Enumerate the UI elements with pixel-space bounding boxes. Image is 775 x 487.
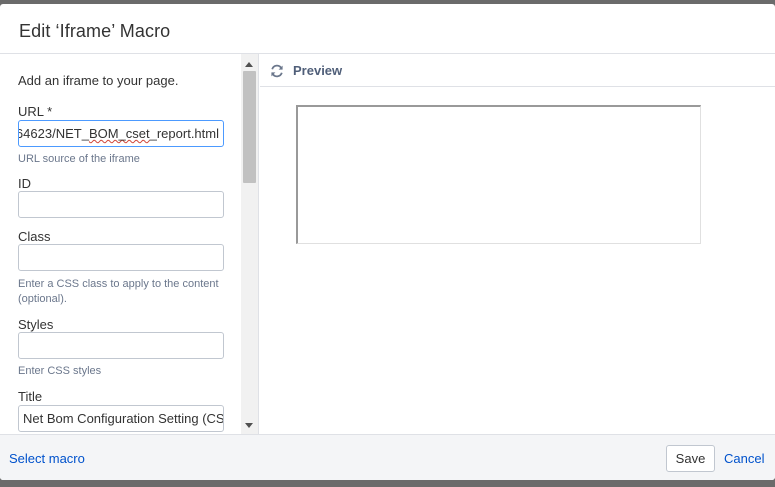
dialog-title: Edit ‘Iframe’ Macro [19, 21, 171, 41]
preview-label: Preview [293, 63, 343, 78]
url-value-suffix: _report.html [149, 126, 219, 141]
class-input[interactable] [18, 244, 224, 271]
select-macro-link[interactable]: Select macro [9, 451, 85, 466]
save-button[interactable]: Save [666, 445, 715, 472]
cancel-link[interactable]: Cancel [724, 451, 764, 466]
dialog-header: Edit ‘Iframe’ Macro [0, 4, 775, 54]
scroll-down-arrow-icon[interactable] [245, 423, 253, 428]
preview-header: Preview [260, 54, 775, 87]
scroll-up-arrow-icon[interactable] [245, 62, 253, 67]
id-input[interactable] [18, 191, 224, 218]
dialog-footer: Select macro Save Cancel [0, 434, 775, 480]
styles-hint: Enter CSS styles [18, 365, 102, 377]
macro-parameters-panel[interactable]: Add an iframe to your page. URL * 364623… [0, 54, 259, 434]
styles-label: Styles [18, 317, 54, 332]
form-intro: Add an iframe to your page. [18, 73, 179, 88]
parameters-scrollbar[interactable] [241, 54, 258, 434]
title-input[interactable]: Net Bom Configuration Setting (CSE [18, 405, 224, 432]
title-label: Title [18, 389, 43, 404]
scrollbar-thumb[interactable] [243, 71, 256, 183]
url-label: URL * [18, 104, 53, 119]
url-input[interactable]: 364623/NET_BOM_cset_report.html [18, 120, 224, 147]
iframe-preview [296, 105, 701, 244]
url-hint: URL source of the iframe [18, 153, 140, 165]
preview-panel: Preview [260, 54, 775, 434]
class-hint: Enter a CSS class to apply to the conten… [18, 278, 219, 305]
id-label: ID [18, 176, 31, 191]
macro-dialog: Edit ‘Iframe’ Macro Add an iframe to you… [0, 4, 775, 480]
url-value-prefix: 364623/NET_ [19, 126, 89, 141]
url-value-misspelled: BOM_cset [88, 126, 150, 141]
class-label: Class [18, 229, 51, 244]
styles-input[interactable] [18, 332, 224, 359]
refresh-icon[interactable] [269, 63, 285, 79]
